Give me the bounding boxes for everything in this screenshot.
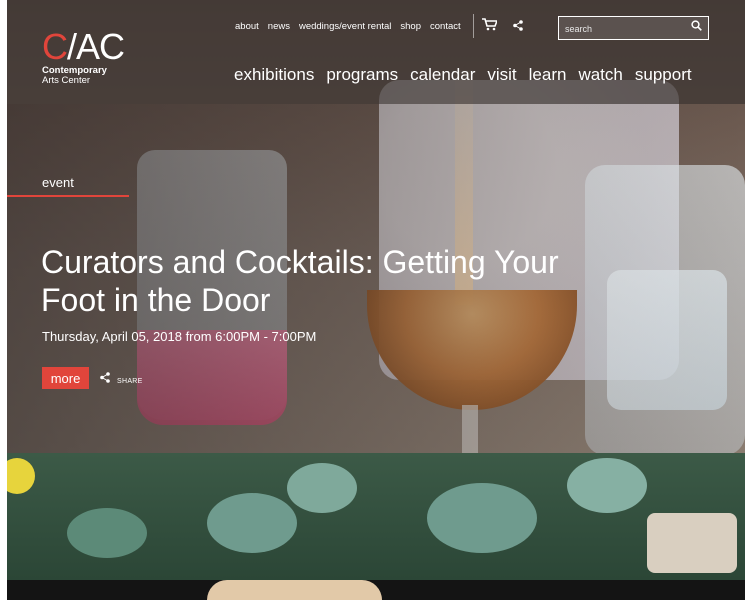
utility-link-contact[interactable]: contact	[430, 21, 461, 32]
more-button[interactable]: more	[42, 367, 89, 389]
utility-link-about[interactable]: about	[235, 21, 259, 32]
cart-icon[interactable]	[482, 18, 499, 34]
leaf-shape	[427, 483, 537, 553]
search-box	[558, 16, 709, 40]
logo-mark-rest: /AC	[67, 26, 125, 67]
search-input[interactable]	[563, 20, 687, 38]
secondary-image	[7, 453, 745, 580]
utility-link-news[interactable]: news	[268, 21, 290, 32]
share-icon[interactable]	[513, 19, 523, 34]
logo-mark-c: C	[42, 26, 68, 67]
utility-divider	[473, 14, 474, 38]
share-button[interactable]: SHARE	[100, 372, 143, 386]
share-label: SHARE	[117, 377, 143, 385]
nav-item-learn[interactable]: learn	[529, 65, 567, 85]
event-tag-underline	[7, 195, 129, 197]
utility-link-weddings[interactable]: weddings/event rental	[299, 21, 391, 32]
page-frame: C/AC Contemporary Arts Center about news…	[7, 0, 745, 600]
search-icon[interactable]	[691, 20, 702, 34]
nav-item-visit[interactable]: visit	[487, 65, 516, 85]
utility-icons	[482, 18, 523, 34]
leaf-shape	[67, 508, 147, 558]
box-shape	[647, 513, 737, 573]
logo-line-2: Arts Center	[42, 75, 91, 86]
leaf-shape	[287, 463, 357, 513]
nav-item-exhibitions[interactable]: exhibitions	[234, 65, 314, 85]
nav-item-programs[interactable]: programs	[326, 65, 398, 85]
nav-item-calendar[interactable]: calendar	[410, 65, 475, 85]
leaf-shape	[567, 458, 647, 513]
event-date: Thursday, April 05, 2018 from 6:00PM - 7…	[42, 329, 317, 344]
leaf-shape	[207, 493, 297, 553]
event-title[interactable]: Curators and Cocktails: Getting Your Foo…	[41, 243, 561, 319]
third-image-object	[207, 580, 382, 600]
event-tag: event	[42, 175, 74, 190]
main-nav: exhibitions programs calendar visit lear…	[234, 65, 692, 85]
nav-item-support[interactable]: support	[635, 65, 692, 85]
share-icon	[100, 372, 110, 386]
site-logo[interactable]: C/AC Contemporary Arts Center	[42, 29, 152, 86]
logo-mark: C/AC	[42, 29, 152, 65]
utility-link-shop[interactable]: shop	[400, 21, 421, 32]
nav-item-watch[interactable]: watch	[578, 65, 622, 85]
utility-nav: about news weddings/event rental shop co…	[235, 21, 461, 32]
